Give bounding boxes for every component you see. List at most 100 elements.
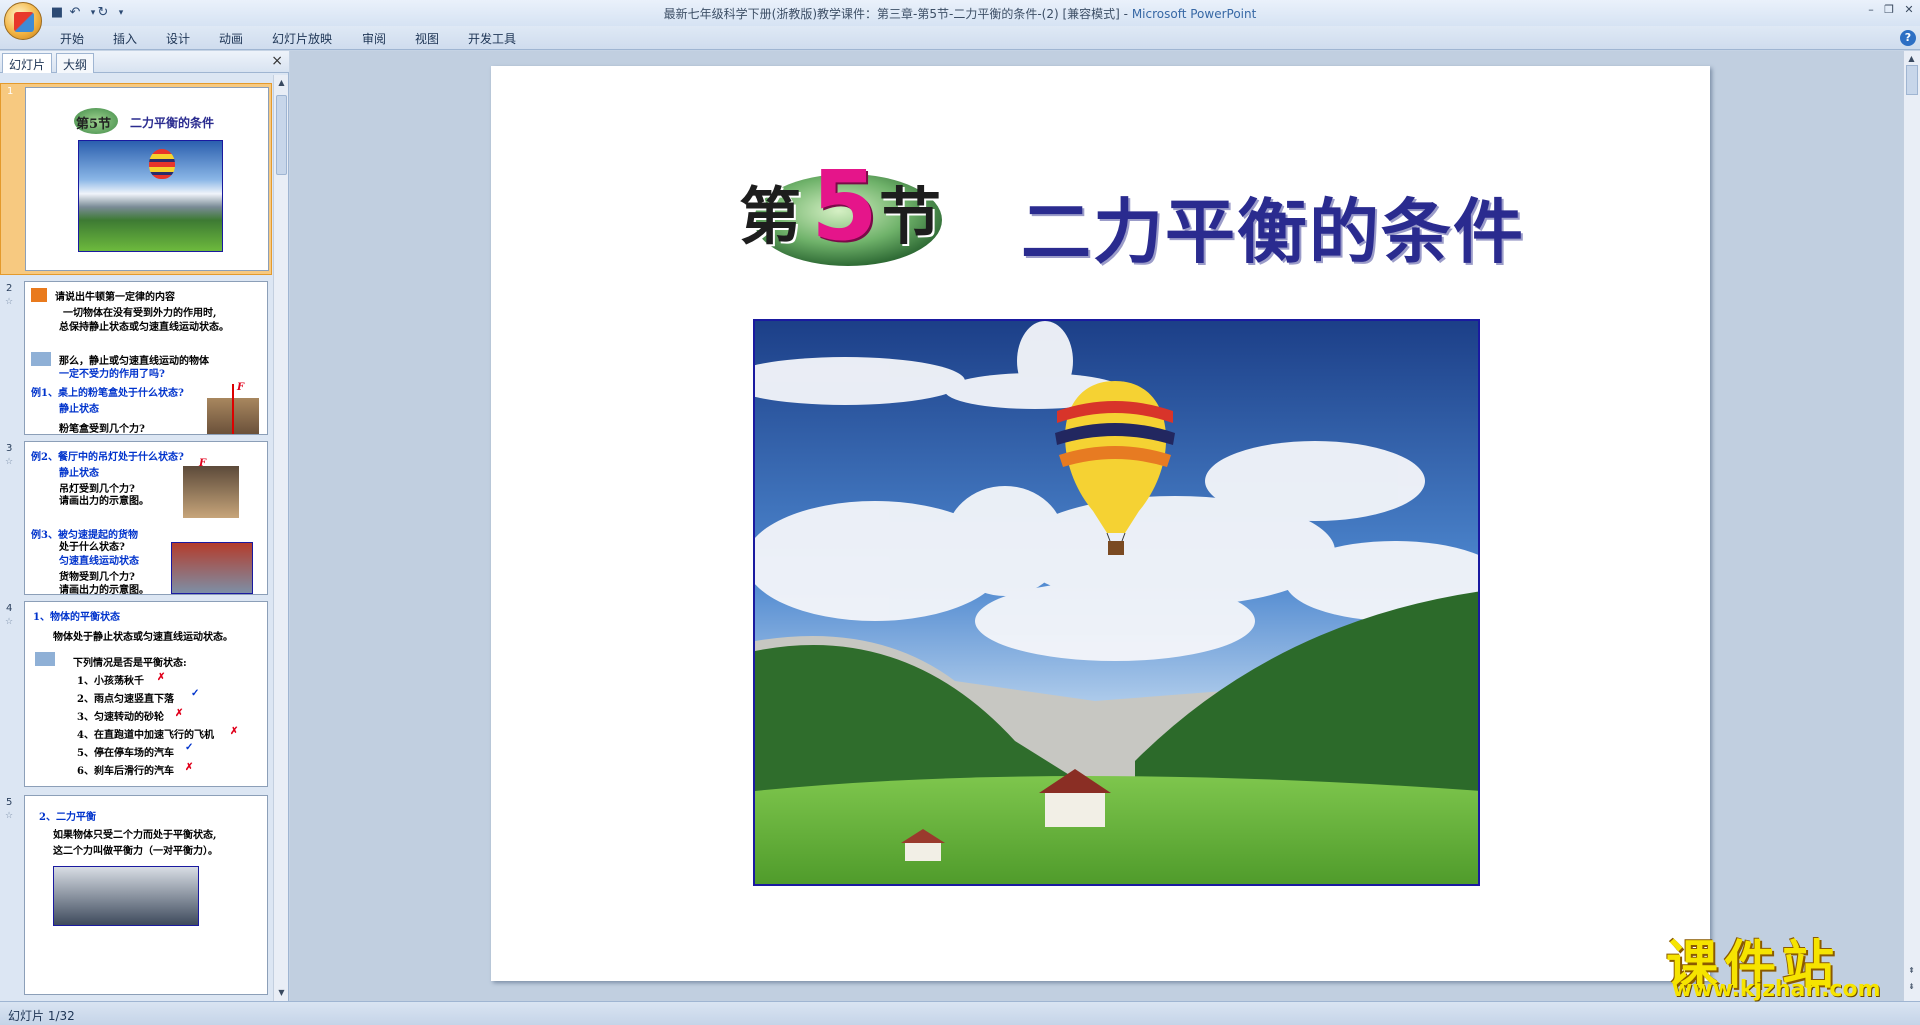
thumb-text: 匀速直线运动状态: [59, 556, 139, 567]
badge-suffix: 节: [879, 180, 942, 253]
thumbnail-slide-5[interactable]: 2、二力平衡 如果物体只受二个力而处于平衡状态, 这二个力叫做平衡力（一对平衡力…: [24, 795, 268, 995]
thumb-text: 粉笔盒受到几个力?: [59, 424, 145, 435]
thumbnail-number: 4: [6, 603, 13, 614]
tab-view[interactable]: 视图: [415, 30, 439, 47]
balloon-icon: [149, 149, 175, 179]
scroll-up-icon[interactable]: ▲: [276, 77, 287, 89]
balloon-landscape-image: [753, 319, 1480, 886]
window-title: 最新七年级科学下册(浙教版)教学课件：第三章-第5节-二力平衡的条件-(2) […: [0, 5, 1920, 22]
panel-tabs: 幻灯片 大纲 ×: [0, 51, 289, 73]
tab-animations[interactable]: 动画: [219, 30, 243, 47]
thumbnail-list: 1 第5节 二力平衡的条件 2 ☆ 请说出牛顿第一定律的内容 一切物体在没有受到…: [0, 75, 272, 1001]
force-arrow-icon: [232, 384, 234, 434]
thumbnail-slide-3[interactable]: 例2、餐厅中的吊灯处于什么状态? 静止状态 吊灯受到几个力? 请画出力的示意图。…: [24, 441, 268, 595]
thumb-text: 总保持静止状态或匀速直线运动状态。: [59, 322, 229, 333]
animation-star-icon: ☆: [5, 811, 14, 821]
office-logo-icon: [14, 12, 34, 32]
thumb-pencil-icon: [31, 288, 47, 302]
thumbnail-scrollbar[interactable]: ▲ ▼: [273, 75, 288, 1001]
thumb-balloon-image: [78, 140, 223, 252]
thumb-text: 1、物体的平衡状态: [33, 612, 120, 623]
thumb-mark: ✗: [175, 708, 184, 719]
next-slide-icon[interactable]: ⇟: [1906, 981, 1917, 993]
tab-outline[interactable]: 大纲: [56, 53, 95, 73]
thumbnail-number: 3: [6, 443, 13, 454]
document-title: 最新七年级科学下册(浙教版)教学课件：第三章-第5节-二力平衡的条件-(2) […: [663, 7, 1120, 21]
animation-star-icon: ☆: [5, 457, 14, 467]
thumb-text: 请说出牛顿第一定律的内容: [55, 292, 175, 303]
thumb-crowd-image: [53, 866, 199, 926]
thumb-mark: ✓: [191, 688, 200, 699]
tab-design[interactable]: 设计: [166, 30, 190, 47]
thumb-lamp-image: [183, 466, 239, 518]
thumb-badge-text: 第5节: [76, 117, 112, 132]
status-bar: 幻灯片 1/32: [0, 1001, 1920, 1025]
office-button[interactable]: [4, 2, 42, 40]
tab-review[interactable]: 审阅: [362, 30, 386, 47]
thumb-text: 物体处于静止状态或匀速直线运动状态。: [53, 632, 233, 643]
slides-panel: 幻灯片 大纲 × 1 第5节 二力平衡的条件 2 ☆ 请说出牛顿第一定律的内容 …: [0, 51, 289, 1001]
title-bar: ■ ↶ ▾ ↻ ▾ 最新七年级科学下册(浙教版)教学课件：第三章-第5节-二力平…: [0, 0, 1920, 26]
slide-title: 二力平衡的条件: [1021, 191, 1525, 273]
scroll-down-icon[interactable]: ▼: [276, 987, 287, 999]
slide-counter: 幻灯片 1/32: [8, 1009, 75, 1023]
tab-slides[interactable]: 幻灯片: [2, 53, 53, 73]
thumbnail-row-2[interactable]: 2 ☆ 请说出牛顿第一定律的内容 一切物体在没有受到外力的作用时, 总保持静止状…: [0, 281, 272, 437]
thumb-mark: ✓: [185, 742, 194, 753]
tab-home[interactable]: 开始: [60, 30, 84, 47]
slide-canvas-area: 第 5 节 二力平衡的条件: [290, 51, 1903, 1001]
thumbnail-number: 1: [7, 86, 14, 97]
thumb-text: 如果物体只受二个力而处于平衡状态,: [53, 830, 217, 841]
thumb-mark: ✗: [230, 726, 239, 737]
close-window-icon[interactable]: ✕: [1900, 3, 1918, 17]
slide-scrollbar[interactable]: ▲ ⇞ ⇟: [1903, 51, 1920, 1001]
force-label: F: [199, 458, 207, 469]
panel-close-icon[interactable]: ×: [271, 53, 283, 69]
thumb-mark: ✗: [157, 672, 166, 683]
thumbnail-number: 5: [6, 797, 13, 808]
thumbnail-row-4[interactable]: 4 ☆ 1、物体的平衡状态 物体处于静止状态或匀速直线运动状态。 下列情况是否是…: [0, 601, 272, 789]
thumb-text: 一切物体在没有受到外力的作用时,: [63, 308, 217, 319]
thumb-text: 下列情况是否是平衡状态:: [73, 658, 187, 669]
thumbnail-slide-1[interactable]: 第5节 二力平衡的条件: [25, 87, 269, 271]
thumb-text: 3、匀速转动的砂轮: [77, 712, 164, 723]
thumbnail-number: 2: [6, 283, 13, 294]
tab-developer[interactable]: 开发工具: [468, 30, 516, 47]
scroll-thumb[interactable]: [276, 95, 287, 175]
thumbnail-slide-4[interactable]: 1、物体的平衡状态 物体处于静止状态或匀速直线运动状态。 下列情况是否是平衡状态…: [24, 601, 268, 787]
thumb-text: 请画出力的示意图。: [59, 585, 149, 595]
thumb-text: 一定不受力的作用了吗?: [59, 369, 165, 380]
thumb-cartoon-icon: [31, 352, 51, 366]
thumbnail-row-5[interactable]: 5 ☆ 2、二力平衡 如果物体只受二个力而处于平衡状态, 这二个力叫做平衡力（一…: [0, 795, 272, 1001]
title-separator: -: [1119, 7, 1132, 21]
scroll-up-icon[interactable]: ▲: [1906, 53, 1917, 65]
force-label: F: [237, 382, 245, 393]
prev-slide-icon[interactable]: ⇞: [1906, 965, 1917, 977]
thumb-cartoon-icon: [35, 652, 55, 666]
badge-prefix: 第: [739, 180, 802, 253]
animation-star-icon: ☆: [5, 297, 14, 307]
minimize-icon[interactable]: –: [1862, 3, 1880, 17]
thumb-text: 5、停在停车场的汽车: [77, 748, 174, 759]
slide-1[interactable]: 第 5 节 二力平衡的条件: [491, 66, 1710, 981]
help-icon[interactable]: ?: [1900, 30, 1916, 46]
thumb-text: 2、二力平衡: [39, 812, 96, 823]
thumbnail-slide-2[interactable]: 请说出牛顿第一定律的内容 一切物体在没有受到外力的作用时, 总保持静止状态或匀速…: [24, 281, 268, 435]
badge-number: 5: [811, 150, 878, 262]
thumbnail-row-3[interactable]: 3 ☆ 例2、餐厅中的吊灯处于什么状态? 静止状态 吊灯受到几个力? 请画出力的…: [0, 441, 272, 597]
tab-slideshow[interactable]: 幻灯片放映: [272, 30, 332, 47]
thumb-text: 6、刹车后滑行的汽车: [77, 766, 174, 777]
restore-icon[interactable]: ❐: [1880, 3, 1898, 17]
thumb-mark: ✗: [185, 762, 194, 773]
tab-insert[interactable]: 插入: [113, 30, 137, 47]
thumb-text: 静止状态: [59, 404, 99, 415]
thumb-text: 处于什么状态?: [59, 542, 125, 553]
thumb-text: 2、雨点匀速竖直下落: [77, 694, 174, 705]
thumb-text: 1、小孩荡秋千: [77, 676, 144, 687]
thumb-text: 例2、餐厅中的吊灯处于什么状态?: [31, 452, 184, 463]
thumb-text: 请画出力的示意图。: [59, 496, 149, 507]
scroll-thumb[interactable]: [1906, 65, 1918, 95]
thumbnail-row-1[interactable]: 1 第5节 二力平衡的条件: [0, 83, 272, 275]
thumb-text: 例1、桌上的粉笔盒处于什么状态?: [31, 388, 184, 399]
thumb-text: 这二个力叫做平衡力（一对平衡力）。: [53, 846, 218, 857]
